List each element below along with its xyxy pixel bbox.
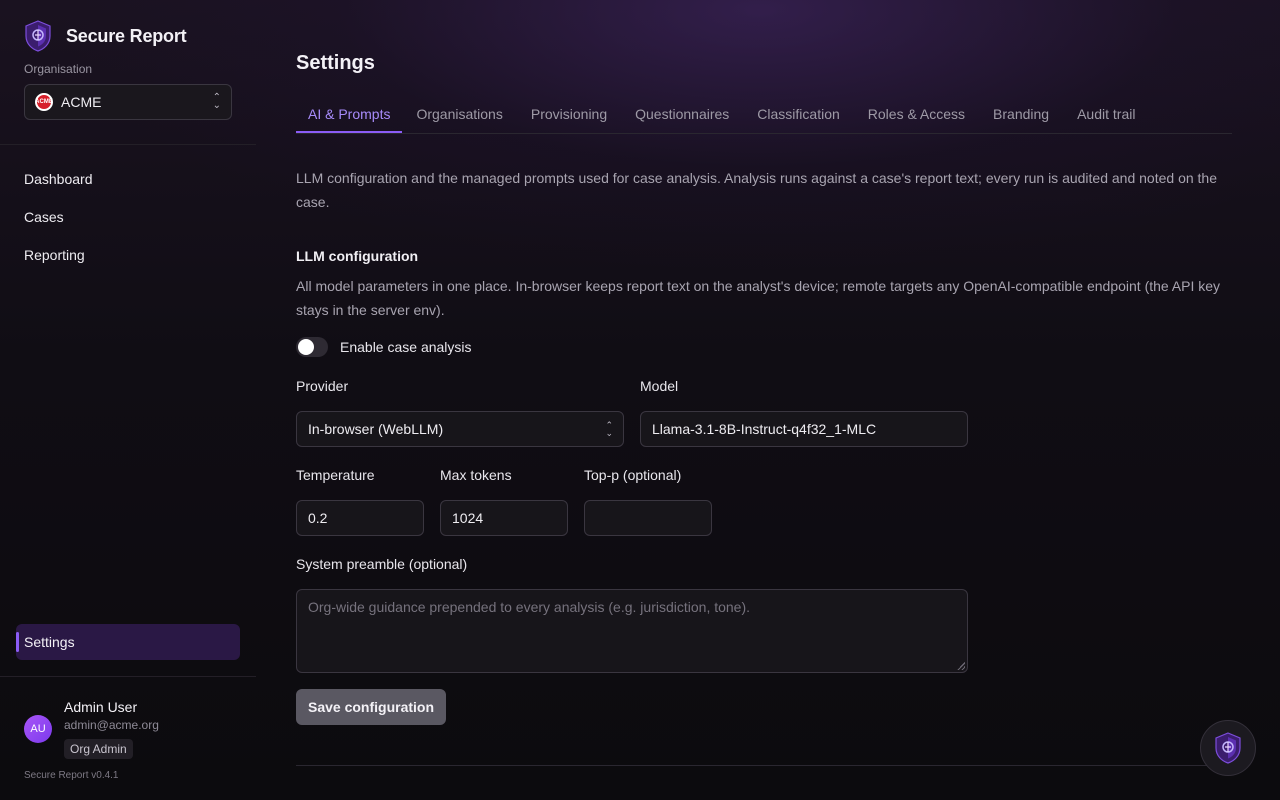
tab-roles-access[interactable]: Roles & Access — [854, 96, 979, 133]
temperature-input[interactable]: 0.2 — [296, 500, 424, 536]
chevron-up-down-icon: ⌃ ⌄ — [605, 420, 613, 438]
acme-badge-icon: ACME — [35, 93, 53, 111]
preamble-label: System preamble (optional) — [296, 556, 468, 572]
avatar: AU — [24, 715, 52, 743]
enable-analysis-row: Enable case analysis — [296, 337, 472, 357]
tab-organisations[interactable]: Organisations — [402, 96, 516, 133]
preamble-textarea[interactable]: Org-wide guidance prepended to every ana… — [296, 589, 968, 673]
role-badge: Org Admin — [64, 739, 133, 759]
sidebar-item-reporting[interactable]: Reporting — [24, 244, 93, 282]
app: Secure Report Organisation ACME ACME ⌃ ⌄ … — [0, 0, 1280, 800]
user-profile[interactable]: AU Admin User admin@acme.org Org Admin — [24, 698, 159, 759]
tab-questionnaires[interactable]: Questionnaires — [621, 96, 743, 133]
model-input[interactable]: Llama-3.1-8B-Instruct-q4f32_1-MLC — [640, 411, 968, 447]
intro-text: LLM configuration and the managed prompt… — [296, 170, 1217, 210]
save-configuration-button[interactable]: Save configuration — [296, 689, 446, 725]
tab-classification[interactable]: Classification — [743, 96, 853, 133]
temperature-value: 0.2 — [308, 510, 328, 526]
sidebar-item-settings[interactable]: Settings — [16, 624, 240, 660]
organisation-select[interactable]: ACME ACME ⌃ ⌄ — [24, 84, 232, 120]
max-tokens-label: Max tokens — [440, 467, 512, 483]
sidebar-item-cases[interactable]: Cases — [24, 206, 93, 244]
sidebar-divider — [0, 144, 256, 145]
shield-logo-icon — [25, 20, 51, 52]
provider-value: In-browser (WebLLM) — [308, 421, 444, 437]
llm-section-title: LLM configuration — [296, 248, 419, 264]
max-tokens-input[interactable]: 1024 — [440, 500, 568, 536]
sidebar-nav: Dashboard Cases Reporting — [24, 168, 93, 282]
section-divider — [296, 765, 1232, 766]
model-label: Model — [640, 378, 679, 394]
organisation-selected: ACME — [61, 94, 102, 110]
tab-provisioning[interactable]: Provisioning — [517, 96, 621, 133]
assistant-fab-button[interactable] — [1200, 720, 1256, 776]
chevron-up-down-icon: ⌃ ⌄ — [212, 92, 221, 111]
organisation-label: Organisation — [24, 62, 93, 76]
provider-select[interactable]: In-browser (WebLLM) ⌃ ⌄ — [296, 411, 624, 447]
top-p-label: Top-p (optional) — [584, 467, 682, 483]
brand[interactable]: Secure Report — [24, 20, 187, 52]
tab-branding[interactable]: Branding — [979, 96, 1063, 133]
sidebar: Secure Report Organisation ACME ACME ⌃ ⌄ … — [0, 0, 256, 800]
provider-label: Provider — [296, 378, 349, 394]
enable-analysis-toggle[interactable] — [296, 337, 328, 357]
preamble-placeholder: Org-wide guidance prepended to every ana… — [308, 599, 751, 615]
main-content: Settings AI & Prompts Organisations Prov… — [296, 0, 1232, 800]
app-version: Secure Report v0.4.1 — [24, 770, 119, 781]
enable-analysis-label: Enable case analysis — [340, 339, 472, 355]
temperature-label: Temperature — [296, 467, 375, 483]
resize-grip-icon[interactable] — [957, 662, 965, 670]
sidebar-divider-bottom — [0, 676, 256, 677]
user-name: Admin User — [64, 699, 138, 715]
sidebar-item-dashboard[interactable]: Dashboard — [24, 168, 93, 206]
sidebar-item-settings-label: Settings — [24, 634, 75, 650]
toggle-knob — [298, 339, 314, 355]
page-title: Settings — [296, 52, 375, 74]
llm-section-description: All model parameters in one place. In-br… — [296, 278, 1221, 318]
settings-tabs: AI & Prompts Organisations Provisioning … — [296, 96, 1232, 134]
max-tokens-value: 1024 — [452, 510, 484, 526]
tab-audit-trail[interactable]: Audit trail — [1063, 96, 1149, 133]
top-p-input[interactable] — [584, 500, 712, 536]
user-email: admin@acme.org — [64, 718, 159, 732]
brand-name: Secure Report — [66, 25, 187, 46]
user-info: Admin User admin@acme.org Org Admin — [64, 698, 159, 759]
shield-logo-icon — [1215, 732, 1241, 764]
model-value: Llama-3.1-8B-Instruct-q4f32_1-MLC — [652, 421, 877, 437]
tab-ai-prompts[interactable]: AI & Prompts — [296, 96, 403, 133]
